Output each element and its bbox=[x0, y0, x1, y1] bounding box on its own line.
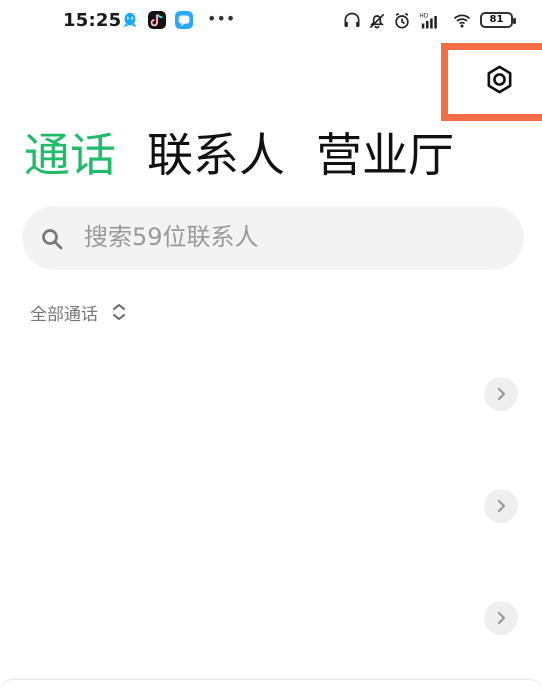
status-icons: HD 81 bbox=[342, 9, 524, 33]
wifi-icon bbox=[453, 14, 471, 28]
main-tabs: 通话 联系人 营业厅 bbox=[24, 124, 454, 186]
headphone-icon bbox=[344, 12, 360, 27]
chevron-right-icon bbox=[497, 387, 506, 401]
row-arrow-button[interactable] bbox=[484, 377, 518, 411]
tab-service-hall[interactable]: 营业厅 bbox=[316, 132, 454, 178]
call-filter[interactable]: 全部通话 bbox=[30, 297, 126, 327]
chevron-right-icon bbox=[497, 611, 506, 625]
tab-calls[interactable]: 通话 bbox=[24, 132, 116, 178]
row-arrow-button[interactable] bbox=[484, 601, 518, 635]
search-placeholder: 搜索59位联系人 bbox=[84, 223, 259, 251]
bottom-sheet bbox=[0, 679, 542, 692]
battery-indicator: 81 bbox=[480, 12, 516, 28]
signal-icon: HD bbox=[419, 14, 437, 29]
settings-icon bbox=[487, 65, 511, 93]
search-icon bbox=[42, 229, 63, 250]
settings-button[interactable] bbox=[482, 60, 516, 98]
svg-text:HD: HD bbox=[419, 14, 428, 20]
search-input[interactable]: 搜索59位联系人 bbox=[22, 206, 524, 270]
mute-icon bbox=[369, 13, 385, 29]
sort-chevron-icon bbox=[113, 304, 125, 320]
more-icon: ••• bbox=[207, 9, 236, 28]
tab-contacts[interactable]: 联系人 bbox=[147, 132, 285, 178]
alarm-icon bbox=[395, 12, 409, 29]
status-bar: 15:25 ••• HD 81 bbox=[0, 0, 542, 44]
status-time: 15:25 bbox=[63, 10, 122, 31]
chevron-right-icon bbox=[497, 499, 506, 513]
message-app-icon bbox=[175, 11, 193, 29]
qq-icon bbox=[123, 12, 137, 28]
tiktok-icon bbox=[148, 11, 166, 29]
call-filter-label: 全部通话 bbox=[30, 304, 98, 325]
row-arrow-button[interactable] bbox=[484, 489, 518, 523]
